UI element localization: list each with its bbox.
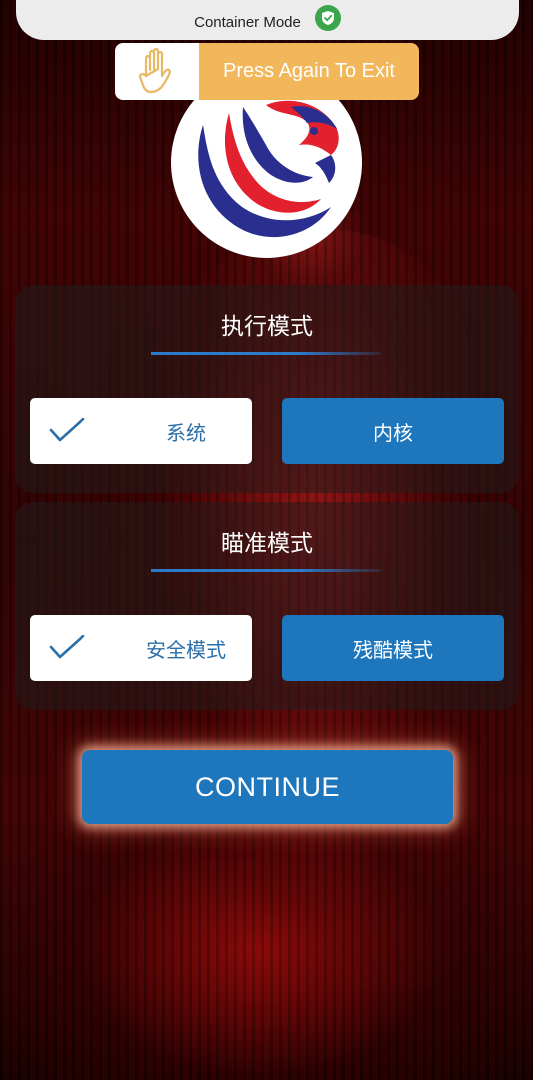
container-mode-bar: Container Mode	[16, 0, 519, 40]
app-screen: Container Mode Press Again To Exit 执行模式 …	[0, 0, 533, 1080]
option-safe-mode-label: 安全模式	[146, 637, 226, 662]
option-kernel-button[interactable]: 内核	[282, 398, 504, 464]
execution-mode-title: 执行模式	[221, 314, 313, 340]
aim-mode-title: 瞄准模式	[221, 531, 313, 557]
option-kernel-label: 内核	[373, 420, 413, 445]
option-brutal-mode-button[interactable]: 残酷模式	[282, 615, 504, 681]
toast-icon-container	[115, 43, 199, 100]
container-mode-label: Container Mode	[194, 14, 301, 31]
option-system-label: 系统	[166, 420, 206, 445]
checkmark-icon	[48, 417, 86, 449]
toast-message: Press Again To Exit	[199, 43, 419, 100]
continue-button[interactable]: CONTINUE	[82, 750, 453, 824]
hand-icon	[132, 46, 182, 98]
aim-mode-panel: 瞄准模式 安全模式 残酷模式	[15, 502, 519, 710]
option-safe-mode-button[interactable]: 安全模式	[30, 615, 252, 681]
option-brutal-mode-label: 残酷模式	[353, 637, 433, 662]
aim-mode-underline	[151, 569, 381, 572]
checkmark-icon	[48, 634, 86, 666]
execution-mode-panel: 执行模式 系统 内核	[15, 285, 519, 493]
exit-toast: Press Again To Exit	[115, 43, 419, 100]
execution-mode-underline	[151, 352, 381, 355]
option-system-button[interactable]: 系统	[30, 398, 252, 464]
shield-check-icon	[314, 5, 341, 31]
